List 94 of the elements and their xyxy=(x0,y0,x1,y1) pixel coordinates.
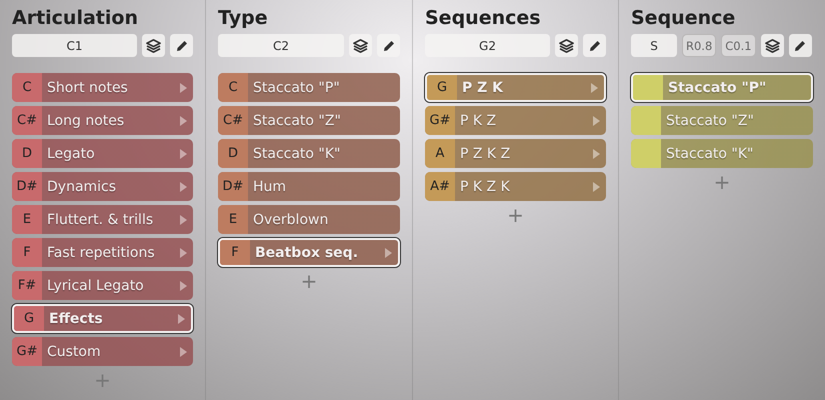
value-field[interactable]: S xyxy=(631,34,677,57)
note-key: C xyxy=(218,73,248,102)
item-label: Short notes xyxy=(46,78,129,98)
note-key: E xyxy=(12,205,42,234)
list-item[interactable]: D# Dynamics xyxy=(12,172,193,201)
note-key: F xyxy=(12,238,42,267)
note-key: F# xyxy=(12,271,42,300)
item-label: Beatbox seq. xyxy=(254,244,360,262)
list-item[interactable]: Staccato "Z" xyxy=(631,106,813,135)
item-label: P Z K Z xyxy=(459,144,512,164)
list-item[interactable]: G P Z K xyxy=(425,73,606,102)
item-label: Fast repetitions xyxy=(46,244,156,262)
list-item[interactable]: Staccato "K" xyxy=(631,139,813,168)
layers-icon xyxy=(146,38,161,52)
item-label: Long notes xyxy=(46,112,126,130)
layers-button[interactable] xyxy=(760,34,784,57)
pencil-icon xyxy=(174,38,188,52)
list-item[interactable]: Staccato "P" xyxy=(631,73,813,102)
item-label: Staccato "Z" xyxy=(252,112,342,130)
layers-button[interactable] xyxy=(349,34,372,57)
note-key: F xyxy=(220,240,250,265)
list-item[interactable]: G# P K Z xyxy=(425,106,606,135)
edit-button[interactable] xyxy=(788,34,812,57)
note-key: D xyxy=(12,139,42,168)
list-item[interactable]: C Short notes xyxy=(12,73,193,102)
list-item[interactable]: G# Custom xyxy=(12,337,193,366)
list-item[interactable]: F Fast repetitions xyxy=(12,238,193,267)
list-item[interactable]: G Effects xyxy=(12,304,193,333)
pencil-icon xyxy=(588,38,602,52)
item-label: Overblown xyxy=(252,210,330,230)
item-label: Effects xyxy=(48,310,104,328)
note-key: E xyxy=(218,205,248,234)
layers-button[interactable] xyxy=(142,34,165,57)
layers-icon xyxy=(353,38,368,52)
note-key: G# xyxy=(12,337,42,366)
color-swatch xyxy=(631,106,661,135)
add-button[interactable]: + xyxy=(503,204,528,226)
list-item[interactable]: A P Z K Z xyxy=(425,139,606,168)
item-label: Staccato "P" xyxy=(667,78,768,98)
value-field[interactable]: G2 xyxy=(425,34,550,57)
list-item[interactable]: C Staccato "P" xyxy=(218,73,400,102)
parameter-badge[interactable]: R0.8 xyxy=(682,34,716,57)
item-label: Hum xyxy=(252,178,288,196)
parameter-badge[interactable]: C0.1 xyxy=(721,34,756,57)
note-key: G xyxy=(14,306,44,331)
note-key: D# xyxy=(12,172,42,201)
list-item[interactable]: F Beatbox seq. xyxy=(218,238,400,267)
note-key: G# xyxy=(425,106,455,135)
list-item[interactable]: D Staccato "K" xyxy=(218,139,400,168)
edit-button[interactable] xyxy=(583,34,606,57)
layers-icon xyxy=(764,38,780,52)
layers-icon xyxy=(559,38,574,52)
item-label: Lyrical Legato xyxy=(46,276,145,296)
item-label: P K Z K xyxy=(459,178,511,196)
item-label: Staccato "Z" xyxy=(665,112,755,130)
column-title: Sequences xyxy=(425,6,542,30)
value-field[interactable]: C2 xyxy=(218,34,344,57)
add-button[interactable]: + xyxy=(296,270,322,292)
note-key: C# xyxy=(12,106,42,135)
color-swatch xyxy=(633,75,663,100)
edit-button[interactable] xyxy=(377,34,400,57)
column-title: Type xyxy=(218,6,269,30)
item-label: Staccato "K" xyxy=(665,144,754,164)
item-label: Staccato "K" xyxy=(252,144,342,164)
item-label: P Z K xyxy=(461,78,504,98)
pencil-icon xyxy=(793,38,808,52)
item-label: Fluttert. & trills xyxy=(46,210,154,230)
column-title: Sequence xyxy=(631,6,736,30)
list-item[interactable]: D# Hum xyxy=(218,172,400,201)
item-label: P K Z xyxy=(459,112,498,130)
note-key: A xyxy=(425,139,455,168)
item-label: Dynamics xyxy=(46,178,118,196)
note-key: A# xyxy=(425,172,455,201)
list-item[interactable]: A# P K Z K xyxy=(425,172,606,201)
list-item[interactable]: D Legato xyxy=(12,139,193,168)
note-key: D xyxy=(218,139,248,168)
note-key: C xyxy=(12,73,42,102)
color-swatch xyxy=(631,139,661,168)
pencil-icon xyxy=(382,38,396,52)
note-key: G xyxy=(427,75,457,100)
item-label: Custom xyxy=(46,342,102,362)
edit-button[interactable] xyxy=(170,34,193,57)
column-title: Articulation xyxy=(12,6,139,30)
list-item[interactable]: F# Lyrical Legato xyxy=(12,271,193,300)
item-label: Staccato "P" xyxy=(252,78,341,98)
value-field[interactable]: C1 xyxy=(12,34,137,57)
list-item[interactable]: C# Staccato "Z" xyxy=(218,106,400,135)
note-key: D# xyxy=(218,172,248,201)
layers-button[interactable] xyxy=(555,34,578,57)
note-key: C# xyxy=(218,106,248,135)
list-item[interactable]: C# Long notes xyxy=(12,106,193,135)
list-item[interactable]: E Overblown xyxy=(218,205,400,234)
item-label: Legato xyxy=(46,144,96,164)
list-item[interactable]: E Fluttert. & trills xyxy=(12,205,193,234)
